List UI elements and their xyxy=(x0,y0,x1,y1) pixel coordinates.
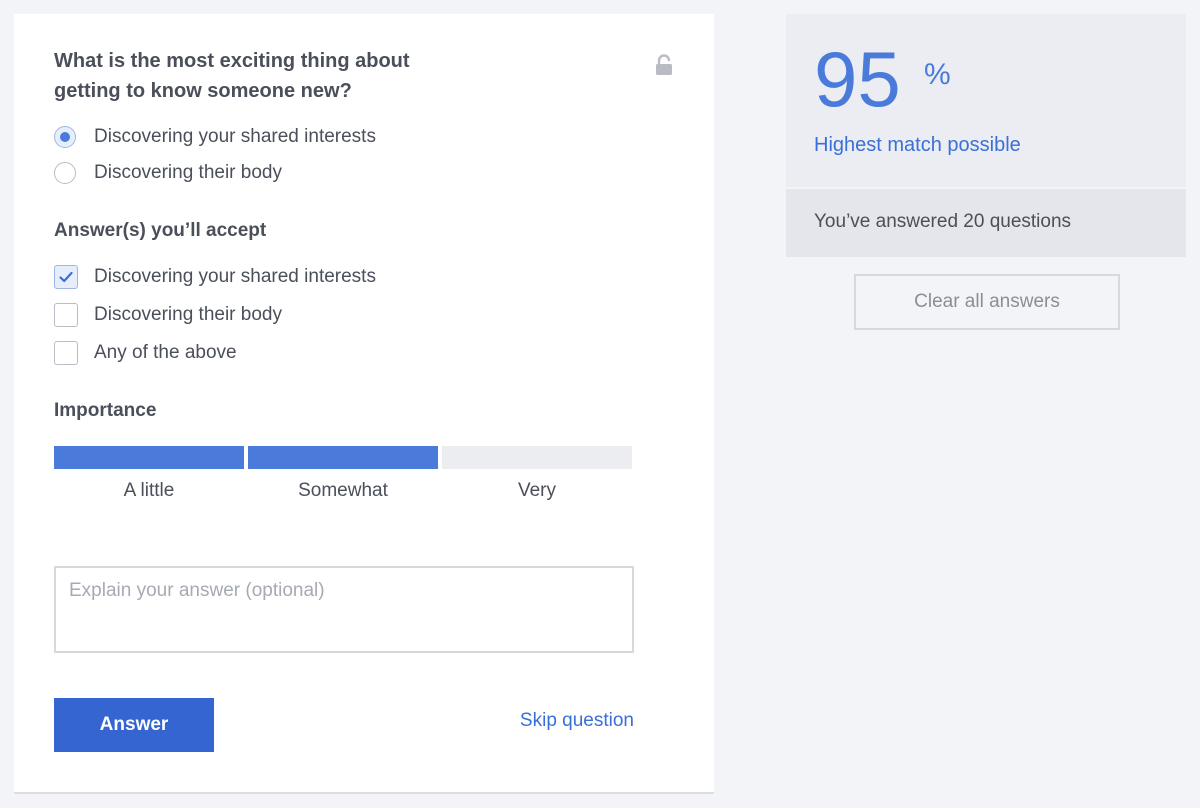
importance-heading: Importance xyxy=(54,400,157,421)
importance-label-a-little[interactable]: A little xyxy=(54,480,244,502)
accept-checkbox-option[interactable]: Any of the above xyxy=(54,340,237,366)
match-caption: Highest match possible xyxy=(814,134,1021,156)
lock-icon[interactable] xyxy=(655,54,673,76)
explain-answer-input[interactable] xyxy=(54,566,634,653)
accept-option-label: Discovering their body xyxy=(94,304,282,325)
match-panel: 95 % Highest match possible xyxy=(786,14,1186,187)
accept-option-label: Discovering your shared interests xyxy=(94,266,376,287)
checkmark-icon xyxy=(59,271,73,283)
match-percent-sign: % xyxy=(924,58,951,91)
answer-radio-option[interactable]: Discovering your shared interests xyxy=(54,124,376,150)
accept-checkbox-option[interactable]: Discovering your shared interests xyxy=(54,264,376,290)
importance-label-very[interactable]: Very xyxy=(442,480,632,502)
answered-count-panel: You’ve answered 20 questions xyxy=(786,189,1186,257)
question-card: What is the most exciting thing about ge… xyxy=(14,14,714,794)
answer-option-label: Discovering your shared interests xyxy=(94,126,376,147)
answer-button[interactable]: Answer xyxy=(54,698,214,752)
accept-heading: Answer(s) you’ll accept xyxy=(54,220,267,241)
importance-segment-very[interactable] xyxy=(442,446,632,469)
answer-option-label: Discovering their body xyxy=(94,162,282,183)
clear-all-answers-button[interactable]: Clear all answers xyxy=(854,274,1120,330)
accept-option-label: Any of the above xyxy=(94,342,237,363)
importance-segment-a-little[interactable] xyxy=(54,446,244,469)
match-percent-value: 95 xyxy=(814,35,901,123)
accept-checkbox-option[interactable]: Discovering their body xyxy=(54,302,282,328)
answered-count-text: You’ve answered 20 questions xyxy=(814,211,1072,232)
skip-question-link[interactable]: Skip question xyxy=(494,710,634,732)
question-title: What is the most exciting thing about ge… xyxy=(54,50,410,102)
checkbox-checked[interactable] xyxy=(54,265,78,289)
radio-button-selected[interactable] xyxy=(54,126,76,148)
importance-label-somewhat[interactable]: Somewhat xyxy=(248,480,438,502)
importance-segment-somewhat[interactable] xyxy=(248,446,438,469)
answer-radio-option[interactable]: Discovering their body xyxy=(54,160,282,186)
checkbox[interactable] xyxy=(54,341,78,365)
checkbox[interactable] xyxy=(54,303,78,327)
radio-button[interactable] xyxy=(54,162,76,184)
